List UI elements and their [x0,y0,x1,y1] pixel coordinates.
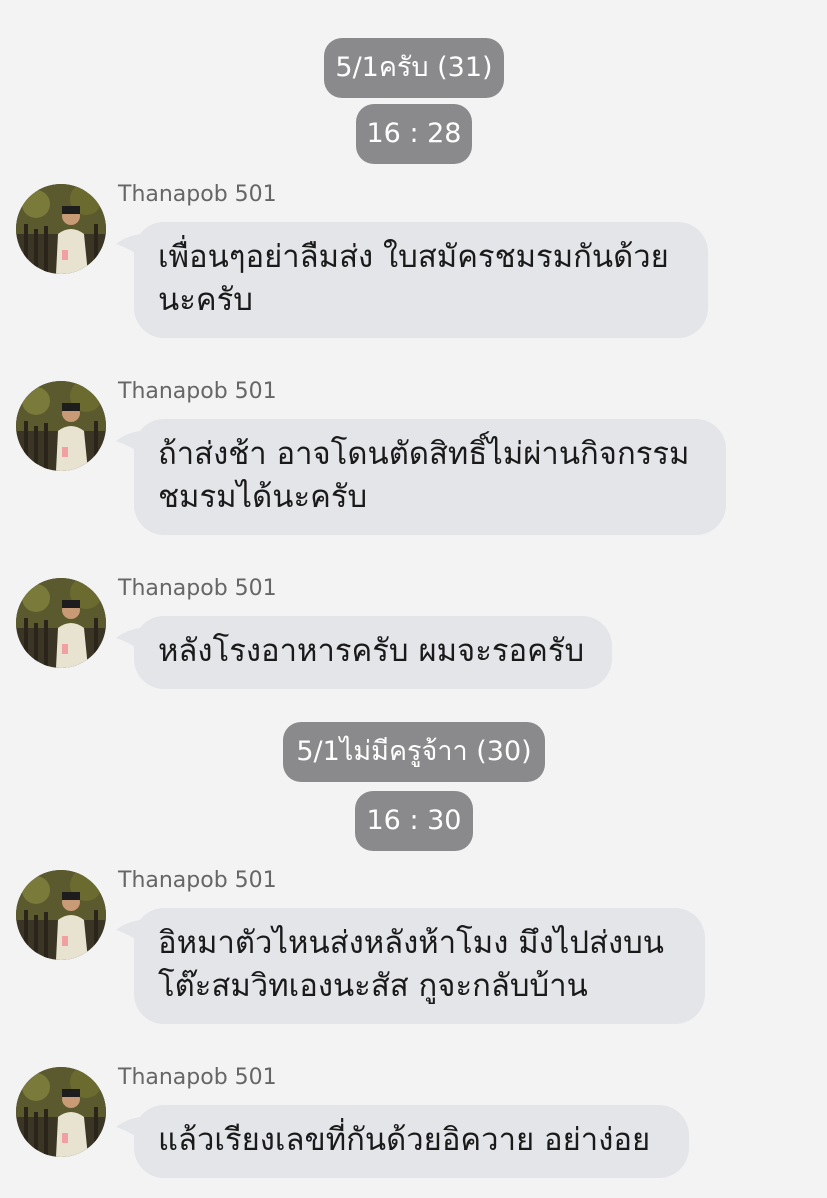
message-bubble[interactable]: ถ้าส่งช้า อาจโดนตัดสิทธิ์ไม่ผ่านกิจกรรม … [134,419,726,535]
profile-photo-icon [16,578,106,668]
message-bubble[interactable]: อิหมาตัวไหนส่งหลังห้าโมง มึงไปส่งบน โต๊ะ… [134,908,705,1024]
sender-name: Thanapob 501 [118,182,277,207]
avatar[interactable] [16,870,106,960]
message-text-line: โต๊ะสมวิทเองนะสัส กูจะกลับบ้าน [158,968,588,1004]
chat-feed[interactable]: 5/1ครับ (31) 16 : 28 Thanapob 501 เพื่อน… [0,0,827,1198]
message-text-line: ถ้าส่งช้า อาจโดนตัดสิทธิ์ไม่ผ่านกิจกรรม [158,436,690,472]
sender-name: Thanapob 501 [118,576,277,601]
forwarded-source-pill: 5/1ไม่มีครูจ้าา (30) [283,722,545,782]
avatar[interactable] [16,184,106,274]
forwarded-source-pill: 5/1ครับ (31) [324,38,504,98]
profile-photo-icon [16,870,106,960]
timestamp-pill: 16 : 30 [355,791,473,851]
avatar[interactable] [16,381,106,471]
profile-photo-icon [16,1067,106,1157]
sender-name: Thanapob 501 [118,379,277,404]
message-bubble[interactable]: แล้วเรียงเลขที่กันด้วยอิควาย อย่าง่อย [134,1105,689,1178]
sender-name: Thanapob 501 [118,868,277,893]
avatar[interactable] [16,1067,106,1157]
message-text-line: หลังโรงอาหารครับ ผมจะรอครับ [158,633,585,669]
message-bubble[interactable]: หลังโรงอาหารครับ ผมจะรอครับ [134,616,612,689]
message-text-line: ชมรมได้นะครับ [158,479,368,515]
message-text-line: แล้วเรียงเลขที่กันด้วยอิควาย อย่าง่อย [158,1122,651,1158]
message-text-line: อิหมาตัวไหนส่งหลังห้าโมง มึงไปส่งบน [158,925,664,961]
profile-photo-icon [16,381,106,471]
timestamp-pill: 16 : 28 [356,104,472,164]
message-text-line: นะครับ [158,282,253,318]
profile-photo-icon [16,184,106,274]
sender-name: Thanapob 501 [118,1065,277,1090]
message-bubble[interactable]: เพื่อนๆอย่าลืมส่ง ใบสมัครชมรมกันด้วย นะค… [134,222,708,338]
avatar[interactable] [16,578,106,668]
message-text-line: เพื่อนๆอย่าลืมส่ง ใบสมัครชมรมกันด้วย [158,239,669,275]
